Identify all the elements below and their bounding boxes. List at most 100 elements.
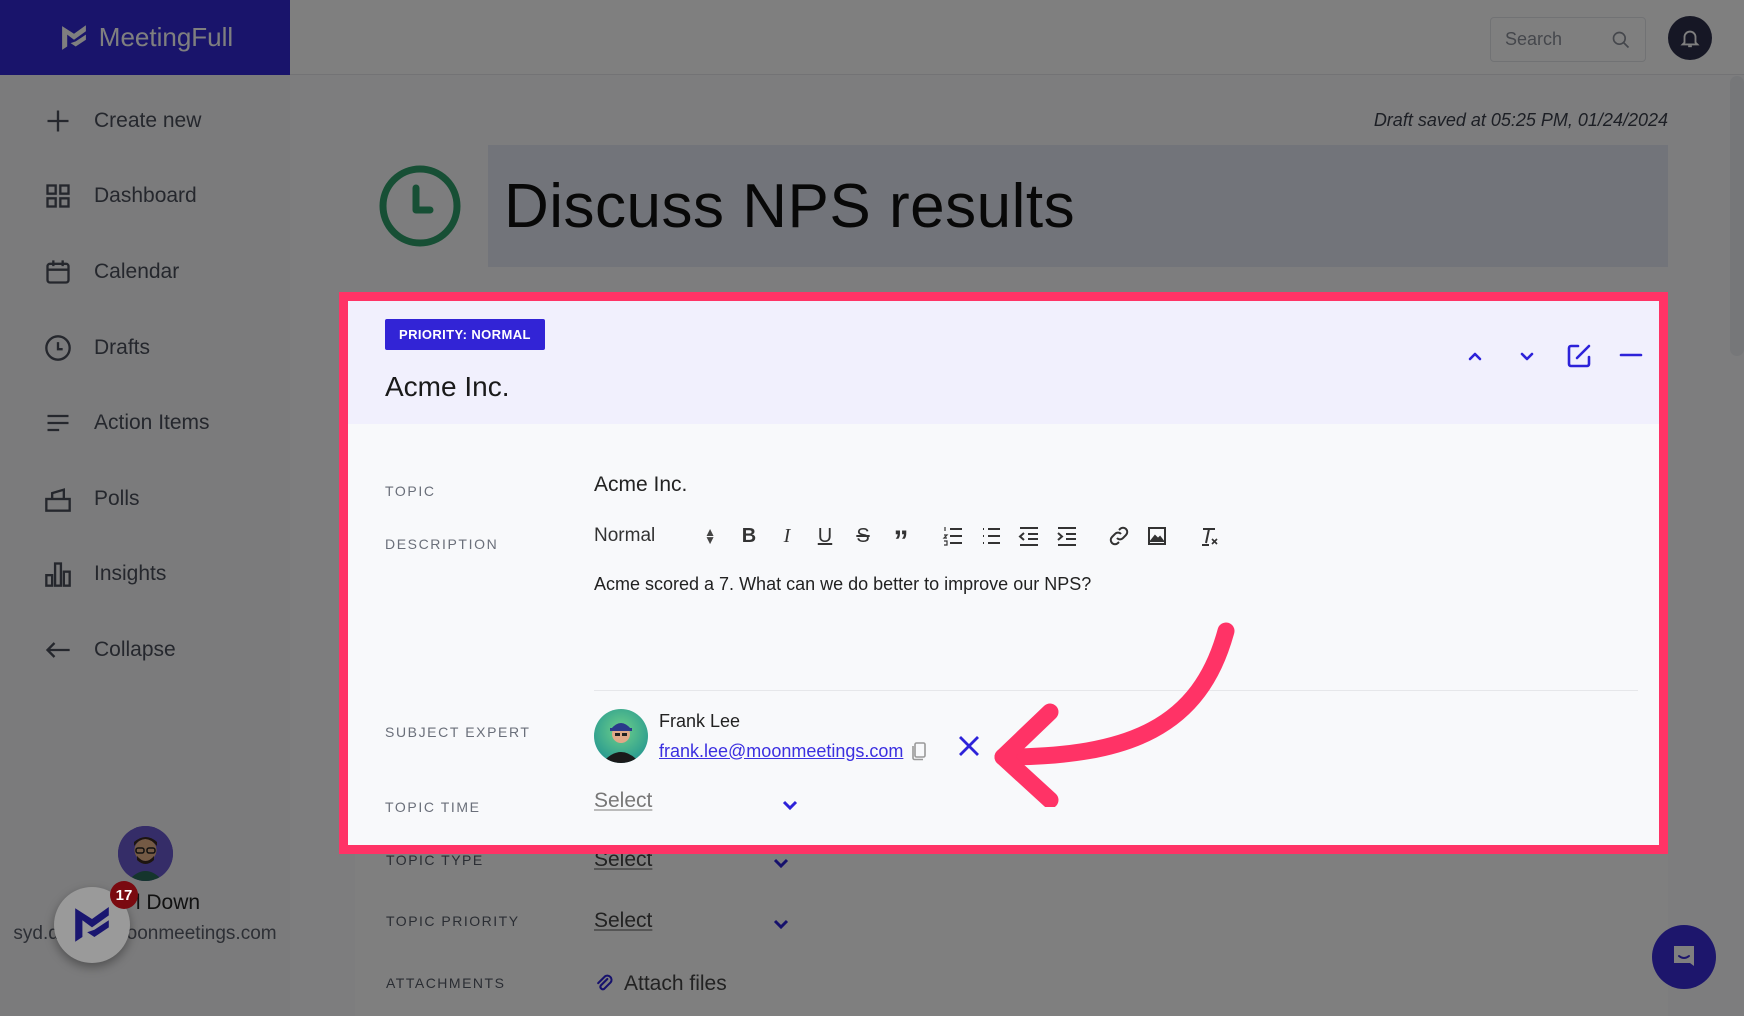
remove-expert-button[interactable] [956, 733, 982, 759]
topic-type-label: TOPIC TYPE [386, 852, 484, 868]
sidebar-item-label: Calendar [94, 259, 180, 283]
sidebar-item-calendar[interactable]: Calendar [0, 234, 290, 310]
ordered-list-icon [942, 527, 962, 546]
bullet-list-button[interactable] [972, 519, 1010, 553]
sidebar-item-label: Polls [94, 486, 140, 510]
topic-time-select[interactable]: Select [594, 789, 652, 813]
clear-format-button[interactable] [1190, 519, 1228, 553]
subject-expert: Frank Lee frank.lee@moonmeetings.com [594, 709, 927, 763]
meeting-title-input[interactable]: Discuss NPS results [488, 145, 1668, 267]
user-email-part: syd.d [13, 923, 59, 944]
arrow-left-icon [45, 642, 70, 658]
topic-label: TOPIC [385, 483, 436, 499]
list-icon [47, 415, 69, 432]
chat-support-button[interactable] [1652, 925, 1716, 989]
topic-priority-label: TOPIC PRIORITY [386, 913, 520, 929]
italic-icon: I [783, 524, 791, 547]
clear-format-icon [1202, 528, 1218, 546]
app-launcher-button[interactable]: 17 [54, 881, 138, 963]
sidebar-nav: Create new Dashboard Calendar Drafts Act… [0, 83, 290, 688]
search-input[interactable]: Search [1490, 17, 1646, 62]
search-placeholder: Search [1505, 29, 1563, 49]
blockquote-button[interactable]: ” [882, 519, 920, 558]
brand-name: MeetingFull [98, 22, 234, 52]
topic-value[interactable]: Acme Inc. [594, 473, 687, 497]
subject-expert-name: Frank Lee [659, 710, 741, 731]
topic-fields-continued [355, 845, 1668, 1016]
user-avatar [117, 826, 173, 881]
meetingfull-logo-icon [75, 907, 109, 942]
bar-chart-icon [45, 562, 71, 588]
insert-link-button[interactable] [1100, 519, 1138, 553]
user-profile[interactable]: l Down syd.d moonmeetings.com [0, 826, 290, 945]
outdent-icon [1018, 527, 1038, 546]
topic-card-header: PRIORITY: NORMAL Acme Inc. [348, 301, 1659, 424]
description-label: DESCRIPTION [385, 536, 499, 552]
page-scrollbar[interactable] [1730, 76, 1744, 356]
notifications-button[interactable] [1668, 16, 1712, 60]
paperclip-icon [597, 974, 613, 991]
quote-icon: ” [893, 525, 909, 558]
chevron-down-icon [773, 858, 789, 869]
sidebar-item-insights[interactable]: Insights [0, 537, 290, 613]
sidebar-item-polls[interactable]: Polls [0, 461, 290, 537]
copy-icon[interactable] [911, 741, 927, 761]
italic-button[interactable]: I [768, 519, 806, 553]
sidebar-item-label: Dashboard [94, 184, 197, 208]
meetingfull-logo-icon [61, 24, 86, 50]
top-bar: Search [290, 0, 1744, 75]
sidebar-item-label: Insights [94, 562, 167, 586]
sidebar-item-label: Create new [94, 108, 202, 132]
attach-files-button[interactable]: Attach files [594, 972, 727, 996]
sidebar: MeetingFull Create new Dashboard Calenda… [0, 0, 290, 1016]
minus-icon [1619, 353, 1643, 357]
text-format-select[interactable]: Normal ▲ ▼ [594, 525, 730, 547]
draft-saved-status: Draft saved at 05:25 PM, 01/24/2024 [1373, 110, 1668, 130]
topic-priority-select[interactable]: Select [594, 909, 652, 933]
updown-icon: ▲ ▼ [704, 525, 716, 547]
attach-files-label: Attach files [624, 972, 727, 995]
notification-count-badge: 17 [110, 881, 138, 909]
subject-expert-email-link[interactable]: frank.lee@moonmeetings.com [659, 741, 903, 762]
user-name: l Down [135, 891, 201, 914]
chevron-up-icon [1468, 352, 1482, 361]
sidebar-item-collapse[interactable]: Collapse [0, 612, 290, 688]
calendar-icon [46, 260, 70, 284]
sidebar-item-action-items[interactable]: Action Items [0, 385, 290, 461]
sidebar-item-dashboard[interactable]: Dashboard [0, 159, 290, 235]
bold-button[interactable]: B [730, 519, 768, 553]
underline-icon: U [817, 524, 833, 547]
user-email: syd.d moonmeetings.com [0, 923, 290, 945]
subject-expert-avatar [594, 709, 648, 763]
plus-icon [47, 110, 69, 132]
indent-button[interactable] [1048, 519, 1086, 553]
bell-icon [1680, 30, 1700, 48]
edit-button[interactable] [1566, 343, 1592, 369]
collapse-button[interactable] [1618, 343, 1644, 369]
underline-button[interactable]: U [806, 519, 844, 553]
brand-logo[interactable]: MeetingFull [0, 0, 290, 75]
ordered-list-button[interactable] [934, 519, 972, 553]
move-up-button[interactable] [1462, 343, 1488, 369]
meeting-title: Discuss NPS results [504, 171, 1076, 241]
edit-icon [1567, 344, 1591, 368]
sidebar-item-drafts[interactable]: Drafts [0, 310, 290, 386]
topic-card: PRIORITY: NORMAL Acme Inc. TOPIC Acme In… [339, 292, 1668, 854]
grid-icon [46, 184, 70, 209]
chat-icon [1674, 946, 1694, 966]
bold-icon: B [741, 524, 757, 547]
strikethrough-button[interactable]: S [844, 519, 882, 553]
search-icon [1612, 31, 1630, 48]
topic-time-label: TOPIC TIME [385, 799, 481, 815]
attachments-label: ATTACHMENTS [386, 975, 506, 991]
chevron-down-icon [1520, 352, 1534, 361]
sidebar-item-create-new[interactable]: Create new [0, 83, 290, 159]
sidebar-item-label: Action Items [94, 411, 210, 435]
move-down-button[interactable] [1514, 343, 1540, 369]
outdent-button[interactable] [1010, 519, 1048, 553]
description-editor[interactable]: Acme scored a 7. What can we do better t… [594, 574, 1091, 595]
sidebar-item-label: Collapse [94, 637, 176, 661]
text-format-value: Normal [594, 525, 656, 546]
strikethrough-icon: S [856, 524, 870, 547]
insert-image-button[interactable] [1138, 519, 1176, 553]
